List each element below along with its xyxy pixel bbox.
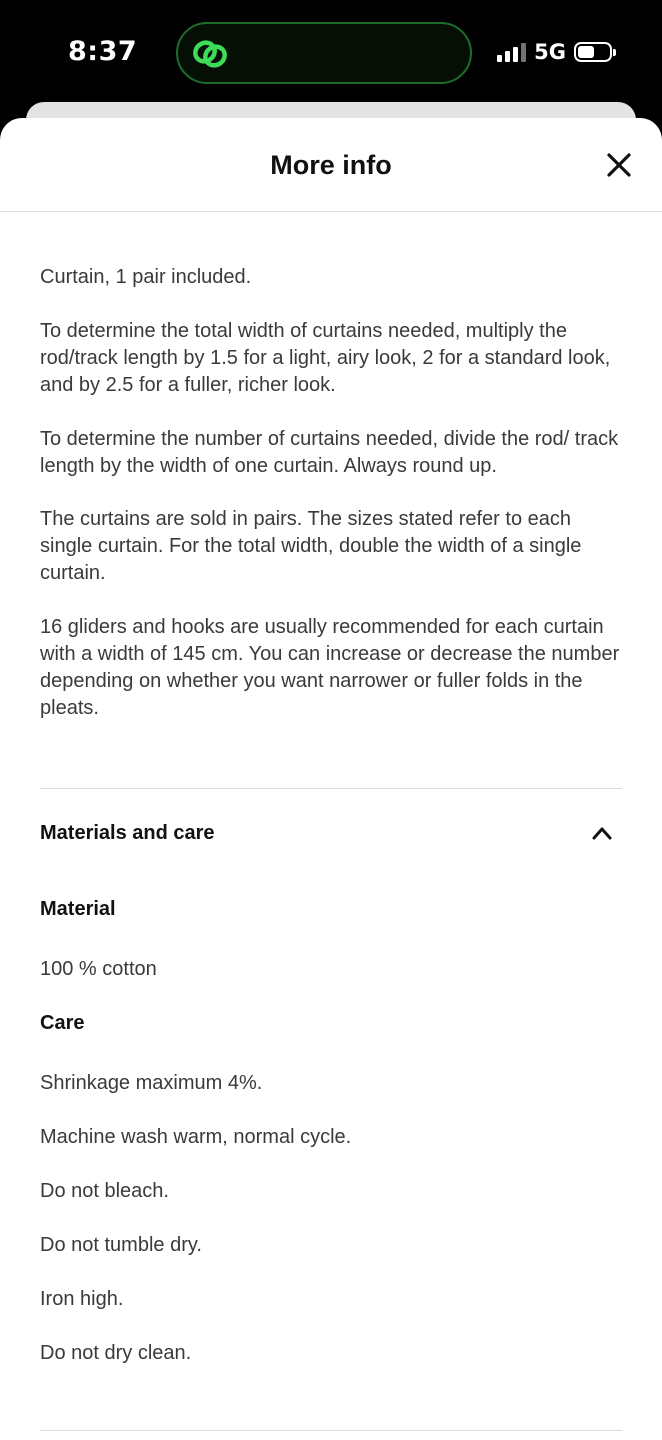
close-icon[interactable] xyxy=(602,148,636,182)
accordion-title: Materials and care xyxy=(40,822,215,844)
sheet-title: More info xyxy=(270,150,392,180)
network-type: 5G xyxy=(534,40,566,64)
section-divider xyxy=(40,788,622,789)
dynamic-island[interactable] xyxy=(176,22,472,84)
material-value: 100 % cotton xyxy=(40,958,157,980)
care-item: Do not bleach. xyxy=(40,1180,169,1202)
chevron-up-icon xyxy=(592,827,612,840)
material-heading: Material xyxy=(40,898,116,920)
more-info-sheet: More info Curtain, 1 pair included. To d… xyxy=(0,118,662,1440)
description-paragraph: To determine the number of curtains need… xyxy=(40,428,619,477)
care-item: Iron high. xyxy=(40,1288,124,1310)
status-bar: 8:37 5G xyxy=(0,0,662,104)
care-item: Do not dry clean. xyxy=(40,1342,192,1364)
battery-icon xyxy=(574,42,616,62)
description-paragraph: The curtains are sold in pairs. The size… xyxy=(40,508,582,584)
care-item: Do not tumble dry. xyxy=(40,1234,202,1256)
status-time: 8:37 xyxy=(68,36,138,67)
sheet-header: More info xyxy=(0,118,662,212)
description-paragraph: 16 gliders and hooks are usually recomme… xyxy=(40,616,620,719)
linked-rings-icon xyxy=(193,40,227,68)
care-heading: Care xyxy=(40,1012,85,1034)
cellular-signal-icon xyxy=(497,42,527,62)
section-divider xyxy=(40,1430,622,1431)
description-paragraph: Curtain, 1 pair included. xyxy=(40,266,252,288)
care-item: Shrinkage maximum 4%. xyxy=(40,1072,263,1094)
status-indicators: 5G xyxy=(497,40,616,64)
description-paragraph: To determine the total width of curtains… xyxy=(40,320,611,396)
care-item: Machine wash warm, normal cycle. xyxy=(40,1126,352,1148)
materials-and-care-toggle[interactable]: Materials and care xyxy=(40,806,622,866)
